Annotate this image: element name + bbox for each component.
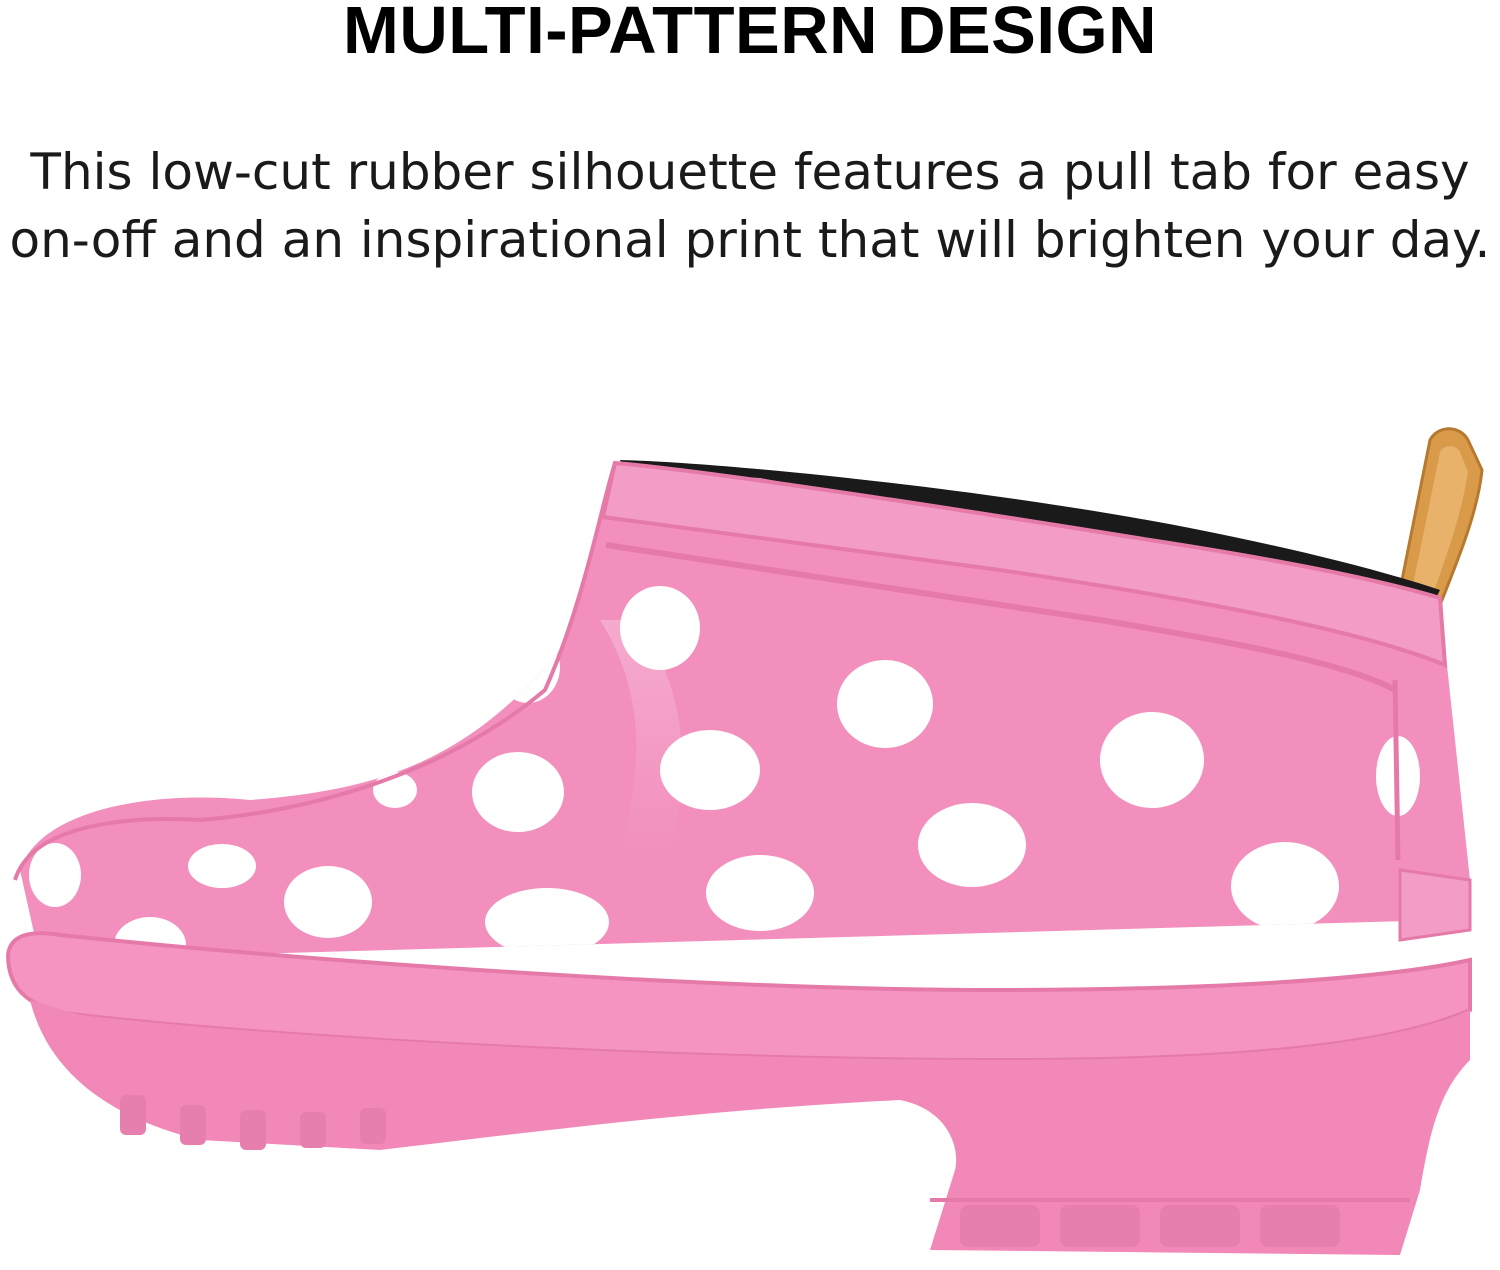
description-line-2: on-off and an inspirational print that w… (9, 211, 1491, 269)
product-image (5, 427, 1484, 1255)
description-line-1: This low-cut rubber silhouette features … (30, 143, 1470, 201)
description: This low-cut rubber silhouette features … (0, 138, 1500, 274)
headline: MULTI-PATTERN DESIGN (343, 0, 1157, 68)
